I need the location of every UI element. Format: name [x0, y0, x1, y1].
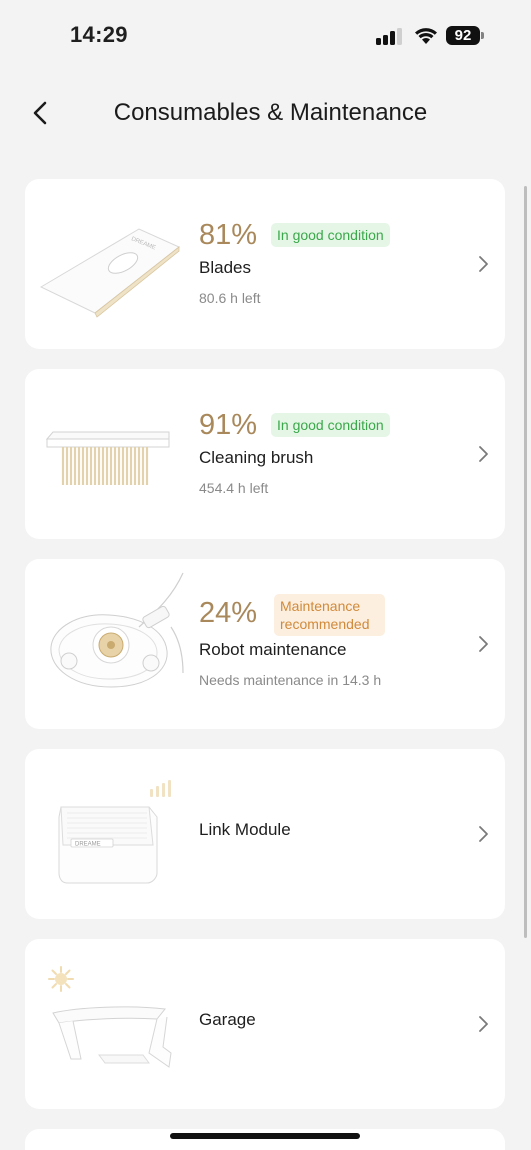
cleaning-brush-status-badge: In good condition [271, 413, 390, 437]
nav-bar: Consumables & Maintenance [0, 88, 531, 140]
robot-maintenance-name: Robot maintenance [199, 640, 347, 659]
cleaning-brush-image [45, 431, 170, 485]
consumable-card-cleaning-brush[interactable]: 91% In good condition Cleaning brush 454… [25, 369, 505, 539]
chevron-right-icon [479, 826, 488, 842]
status-bar: 14:29 92 [0, 0, 531, 70]
blades-name: Blades [199, 258, 251, 277]
link-module-name: Link Module [199, 820, 291, 839]
chevron-right-icon [479, 446, 488, 462]
garage-image [48, 966, 172, 1068]
page-title: Consumables & Maintenance [113, 99, 428, 126]
robot-maintenance-image [50, 572, 184, 688]
blades-percent: 81% [199, 219, 258, 251]
chevron-right-icon [479, 1016, 488, 1032]
garage-name: Garage [199, 1010, 256, 1029]
robot-maintenance-status-line1: Maintenance [280, 598, 361, 614]
cleaning-brush-name: Cleaning brush [199, 448, 314, 467]
consumable-card-link-module[interactable]: DREAME Link Module [25, 749, 505, 919]
consumable-card-garage[interactable]: Garage [25, 939, 505, 1109]
signal-icon [376, 28, 402, 45]
robot-maintenance-percent: 24% [199, 597, 258, 629]
robot-maintenance-status-badge: Maintenance recommended [274, 594, 385, 636]
robot-maintenance-status-line2: recommended [280, 616, 370, 632]
link-module-image: DREAME [58, 780, 171, 884]
battery-icon: 92 [446, 26, 480, 45]
wifi-icon [415, 28, 437, 44]
battery-tip [481, 32, 484, 39]
scrollbar[interactable] [524, 186, 527, 938]
chevron-right-icon [479, 636, 488, 652]
consumable-card-blades[interactable]: DREAME 81% In good condition Blades 80.6… [25, 179, 505, 349]
home-indicator[interactable] [170, 1133, 360, 1139]
robot-maintenance-detail: Needs maintenance in 14.3 h [199, 672, 382, 688]
blades-detail: 80.6 h left [199, 290, 261, 306]
blades-image: DREAME [39, 228, 180, 318]
cleaning-brush-detail: 454.4 h left [199, 480, 269, 496]
status-time: 14:29 [70, 22, 128, 47]
consumable-card-robot-maintenance[interactable]: 24% Maintenance recommended Robot mainte… [25, 559, 505, 729]
cleaning-brush-percent: 91% [199, 409, 258, 441]
module-brand-mark: DREAME [75, 842, 101, 848]
blades-status-badge: In good condition [271, 223, 390, 247]
chevron-right-icon [479, 256, 488, 272]
